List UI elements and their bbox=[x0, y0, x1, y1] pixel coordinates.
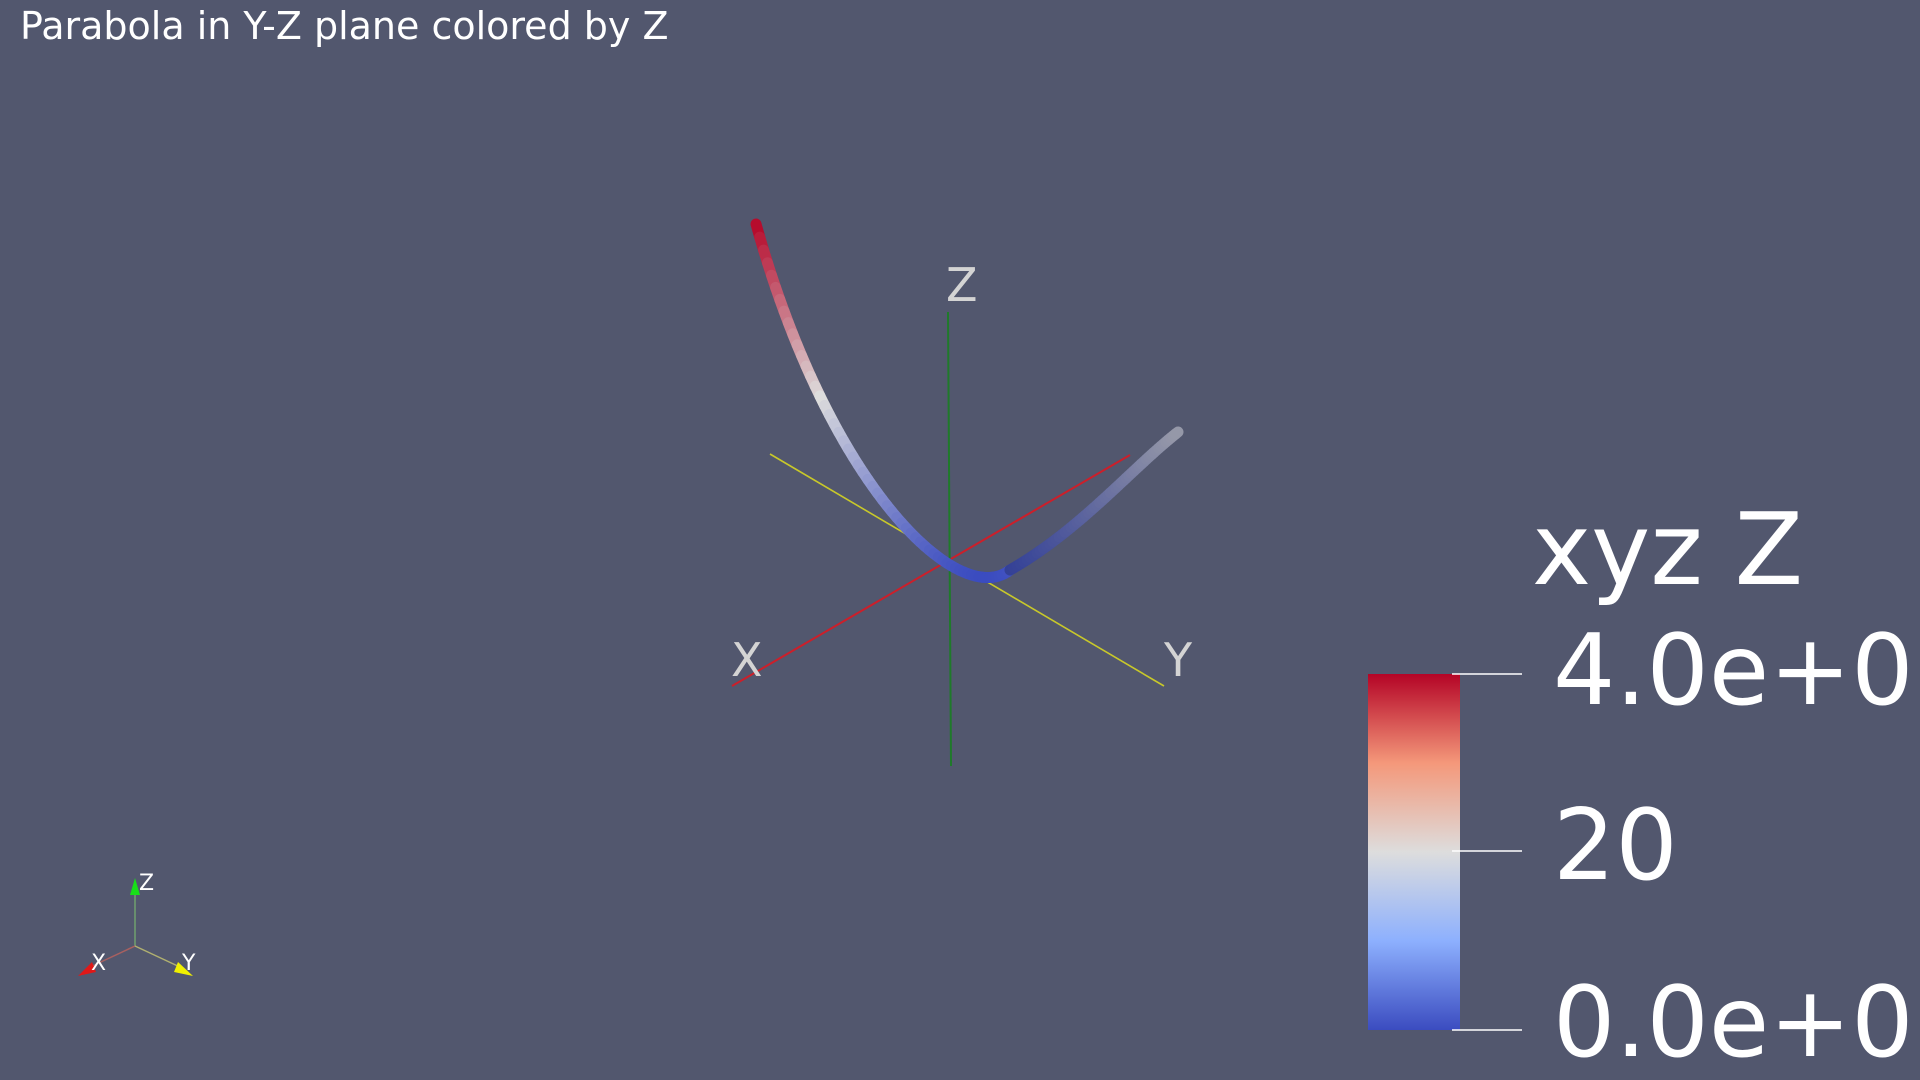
colorbar-title: xyz Z bbox=[1532, 491, 1804, 608]
orientation-z-label: Z bbox=[139, 871, 155, 896]
scene-z-axis-label: Z bbox=[946, 258, 978, 312]
colorbar bbox=[1368, 673, 1522, 1031]
z-axis-line bbox=[947, 311, 952, 767]
render-viewport[interactable]: Parabola in Y-Z plane colored by Z Z X Y… bbox=[0, 0, 1920, 1080]
colorbar-label-min: 0.0e+00 bbox=[1553, 966, 1920, 1080]
colorbar-label-max: 4.0e+01 bbox=[1553, 614, 1920, 728]
orientation-x-label: X bbox=[91, 951, 107, 976]
x-axis-line bbox=[731, 454, 1131, 687]
colorbar-label-mid: 20 bbox=[1553, 789, 1678, 903]
orientation-y-line bbox=[134, 945, 183, 969]
view-title: Parabola in Y-Z plane colored by Z bbox=[20, 4, 669, 48]
scene-y-axis-label: Y bbox=[1164, 633, 1193, 687]
scene-x-axis-label: X bbox=[731, 633, 763, 687]
orientation-y-label: Y bbox=[182, 951, 196, 976]
colorbar-gradient bbox=[1368, 674, 1460, 1030]
tube-segment bbox=[1170, 426, 1184, 440]
